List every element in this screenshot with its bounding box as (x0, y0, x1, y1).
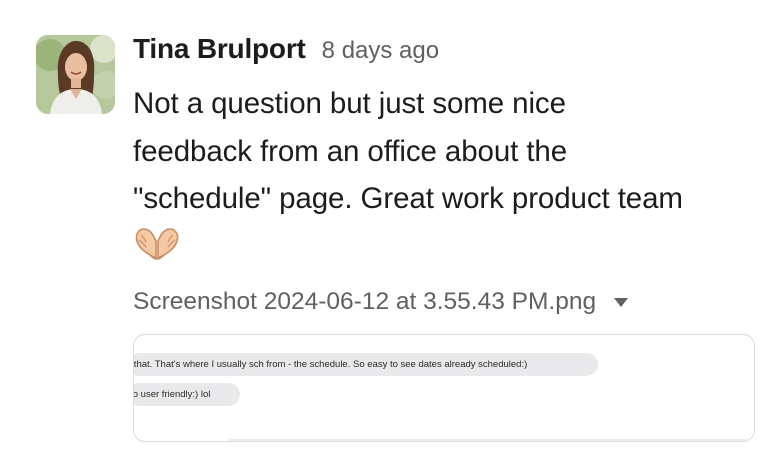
message-body: Not a question but just some nice feedba… (133, 80, 773, 223)
message-item: Tina Brulport 8 days ago Not a question … (0, 0, 784, 456)
caret-down-icon[interactable] (614, 297, 629, 307)
avatar[interactable] (36, 35, 115, 114)
message-body-line: feedback from an office about the (133, 134, 568, 168)
heart-hands-icon (135, 228, 179, 260)
preview-message-bubble: r that. That's where I usually sch from … (134, 353, 598, 376)
preview-divider (229, 439, 754, 441)
message-timestamp[interactable]: 8 days ago (322, 37, 439, 65)
attachment-header: Screenshot 2024-06-12 at 3.55.43 PM.png (133, 284, 629, 320)
avatar-photo (36, 35, 115, 114)
attachment-preview[interactable]: r that. That's where I usually sch from … (133, 334, 755, 442)
author-name[interactable]: Tina Brulport (133, 33, 306, 65)
attachment-filename[interactable]: Screenshot 2024-06-12 at 3.55.43 PM.png (133, 288, 596, 316)
preview-message-bubble: so user friendly:) lol (134, 383, 240, 406)
heart-hands-emoji (133, 225, 181, 261)
message-body-line: Not a question but just some nice (133, 87, 566, 120)
message-body-line: "schedule" page. Great work product team (133, 182, 683, 215)
message-header: Tina Brulport 8 days ago (133, 33, 439, 73)
